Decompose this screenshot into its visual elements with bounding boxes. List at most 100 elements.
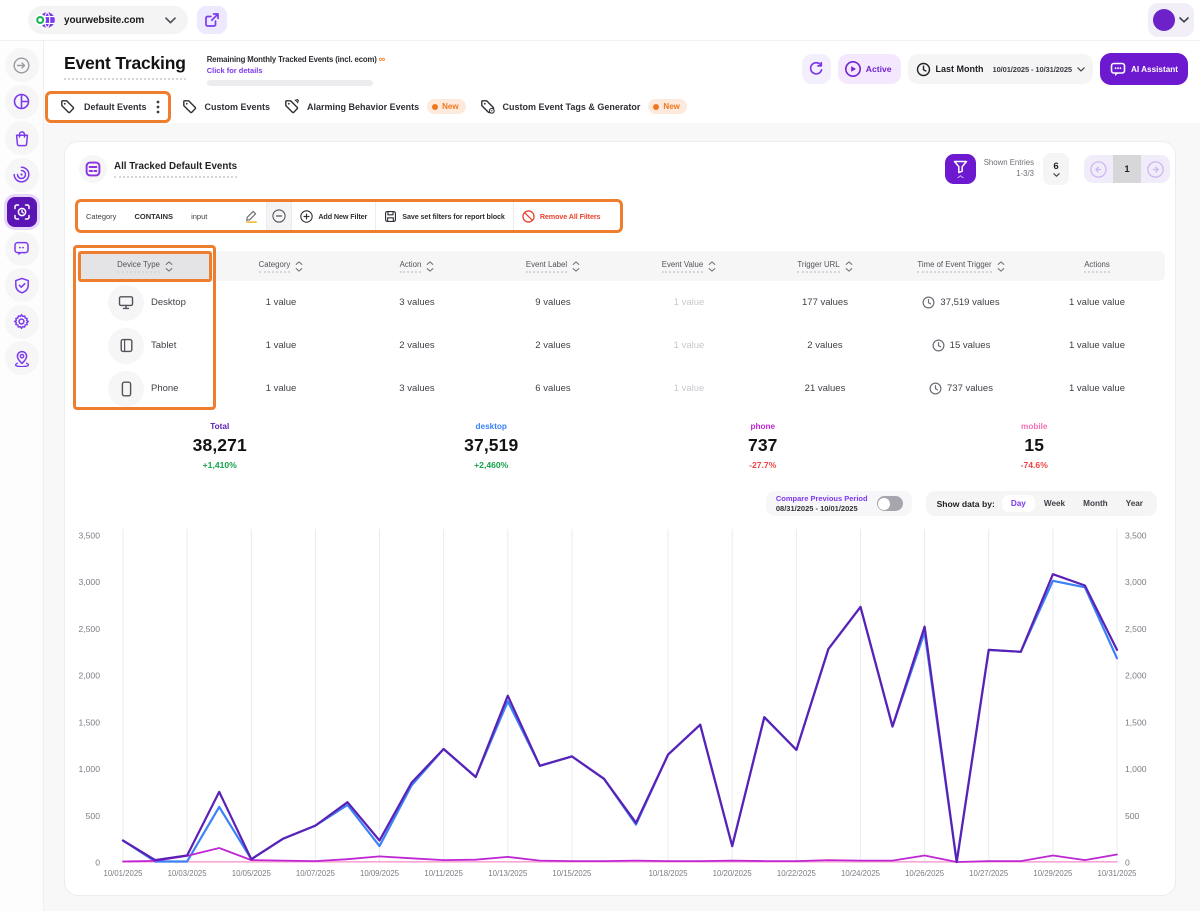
save-filters-label: Save set filters for report block [402, 212, 505, 221]
column-header-category[interactable]: Category [213, 251, 349, 281]
stat-value: 15 [899, 435, 1171, 456]
table-row-tablet[interactable]: Tablet 1 value 2 values 2 values 1 value… [77, 324, 1165, 367]
svg-text:10/24/2025: 10/24/2025 [841, 869, 881, 878]
edit-pen-icon[interactable] [244, 209, 258, 223]
quota-widget[interactable]: Remaining Monthly Tracked Events (incl. … [207, 53, 383, 86]
sidebar-item-pie-chart[interactable] [5, 85, 39, 119]
tracked-events-icon [85, 161, 101, 177]
cell-actions: 1 value value [1029, 383, 1165, 394]
save-filters-button[interactable]: Save set filters for report block [375, 202, 513, 230]
sort-icon[interactable] [426, 261, 434, 272]
remove-all-filters-button[interactable]: Remove All Filters [513, 202, 609, 230]
ai-assistant-button[interactable]: AI Assistant [1100, 53, 1188, 85]
chart-controls: Compare Previous Period 08/31/2025 - 10/… [65, 491, 1157, 516]
svg-text:1,500: 1,500 [1125, 717, 1147, 727]
show-data-by: Show data by: DayWeekMonthYear [926, 491, 1157, 516]
granularity-week[interactable]: Week [1035, 495, 1074, 512]
report-card: All Tracked Default Events Shown Entries… [64, 141, 1176, 896]
tab-default-events[interactable]: Default Events [45, 91, 171, 123]
svg-text:10/03/2025: 10/03/2025 [168, 869, 208, 878]
add-new-filter-button[interactable]: Add New Filter [292, 202, 375, 230]
sort-icon[interactable] [295, 261, 303, 272]
sort-icon[interactable] [997, 261, 1005, 272]
remove-filter-button[interactable] [266, 202, 291, 230]
badge-dot [653, 104, 659, 110]
badge-dot [432, 104, 438, 110]
granularity-month[interactable]: Month [1074, 495, 1117, 512]
tab-label: Custom Events [205, 102, 271, 112]
cell-actions: 1 value value [1029, 297, 1165, 308]
column-header-event-label[interactable]: Event Label [485, 251, 621, 281]
stat-delta: -74.6% [899, 460, 1171, 470]
date-range-picker[interactable]: Last Month 10/01/2025 - 10/31/2025 [908, 54, 1093, 84]
sidebar-item-swirl[interactable] [5, 158, 39, 192]
sort-icon[interactable] [165, 261, 173, 272]
compare-previous-period[interactable]: Compare Previous Period 08/31/2025 - 10/… [766, 491, 912, 516]
user-menu[interactable] [1148, 3, 1194, 37]
series-line-phone [123, 848, 1117, 862]
svg-text:10/13/2025: 10/13/2025 [488, 869, 528, 878]
sidebar-item-shield[interactable] [5, 268, 39, 302]
sidebar-item-event-tracking[interactable] [4, 194, 40, 230]
sidebar-item-location[interactable] [5, 341, 39, 375]
prev-page-button[interactable] [1084, 161, 1113, 178]
series-line-total [123, 574, 1117, 862]
plus-circle-icon [300, 210, 313, 223]
svg-text:10/09/2025: 10/09/2025 [360, 869, 400, 878]
shield-icon [14, 277, 30, 294]
granularity-year[interactable]: Year [1117, 495, 1152, 512]
clock-icon [916, 62, 931, 77]
column-header-action[interactable]: Action [349, 251, 485, 281]
series-line-desktop [123, 581, 1117, 862]
svg-text:500: 500 [1125, 811, 1140, 821]
sidebar-item-collapse[interactable] [5, 48, 39, 82]
sidebar-item-shopping-bag[interactable] [5, 121, 39, 155]
chevron-down-icon [1179, 17, 1189, 23]
status-active-pill[interactable]: Active [838, 54, 901, 84]
column-header-event-value[interactable]: Event Value [621, 251, 757, 281]
table-row-phone[interactable]: Phone 1 value 3 values 6 values 1 value … [77, 367, 1165, 410]
current-page[interactable]: 1 [1113, 155, 1141, 183]
tab-alarming-behavior-events[interactable]: Alarming Behavior EventsNew [284, 99, 466, 114]
cell-time-of-trigger: 737 values [893, 382, 1029, 395]
cell-actions: 1 value value [1029, 340, 1165, 351]
sort-icon[interactable] [708, 261, 716, 272]
page-size-select[interactable]: 6 [1043, 153, 1069, 185]
tab-label: Alarming Behavior Events [307, 102, 419, 112]
stat-delta: +2,460% [356, 460, 628, 470]
filter-condition[interactable]: Category CONTAINS input [78, 202, 266, 230]
chat-icon [13, 240, 30, 257]
arrow-right-circle-icon [1147, 161, 1164, 178]
tab-custom-event-tags-generator[interactable]: Custom Event Tags & GeneratorNew [480, 99, 687, 114]
next-page-button[interactable] [1141, 161, 1170, 178]
granularity-day[interactable]: Day [1002, 495, 1035, 512]
compare-toggle[interactable] [877, 496, 903, 511]
cell-time-of-trigger: 15 values [893, 339, 1029, 352]
refresh-button[interactable] [802, 54, 831, 84]
sort-icon[interactable] [845, 261, 853, 272]
page-title: Event Tracking [64, 53, 186, 80]
column-header-time-of-event-trigger[interactable]: Time of Event Trigger [893, 251, 1029, 281]
cell-action: 3 values [349, 383, 485, 394]
column-header-trigger-url[interactable]: Trigger URL [757, 251, 893, 281]
tab-custom-events[interactable]: Custom Events [182, 99, 271, 114]
quota-details-link[interactable]: Click for details [207, 66, 383, 75]
event-tracking-icon [13, 203, 31, 221]
column-header-device-type[interactable]: Device Type [77, 251, 213, 281]
toggle-knob [878, 498, 890, 510]
sort-icon[interactable] [572, 261, 580, 272]
cell-device-type: Phone [77, 371, 213, 407]
kebab-menu-icon[interactable] [156, 100, 160, 114]
filter-funnel-button[interactable] [945, 154, 976, 184]
sidebar-item-gear[interactable] [5, 305, 39, 339]
svg-text:2,500: 2,500 [1125, 624, 1147, 634]
svg-text:10/01/2025: 10/01/2025 [103, 869, 143, 878]
site-selector[interactable]: yourwebsite.com [28, 6, 188, 34]
play-circle-icon [844, 60, 862, 78]
table-row-desktop[interactable]: Desktop 1 value 3 values 9 values 1 valu… [77, 281, 1165, 324]
cell-event-label: 6 values [485, 383, 621, 394]
svg-text:1,000: 1,000 [1125, 764, 1147, 774]
sidebar-item-chat[interactable] [5, 232, 39, 266]
open-site-button[interactable] [197, 6, 227, 34]
shown-entries: Shown Entries 1-3/3 [982, 158, 1034, 180]
